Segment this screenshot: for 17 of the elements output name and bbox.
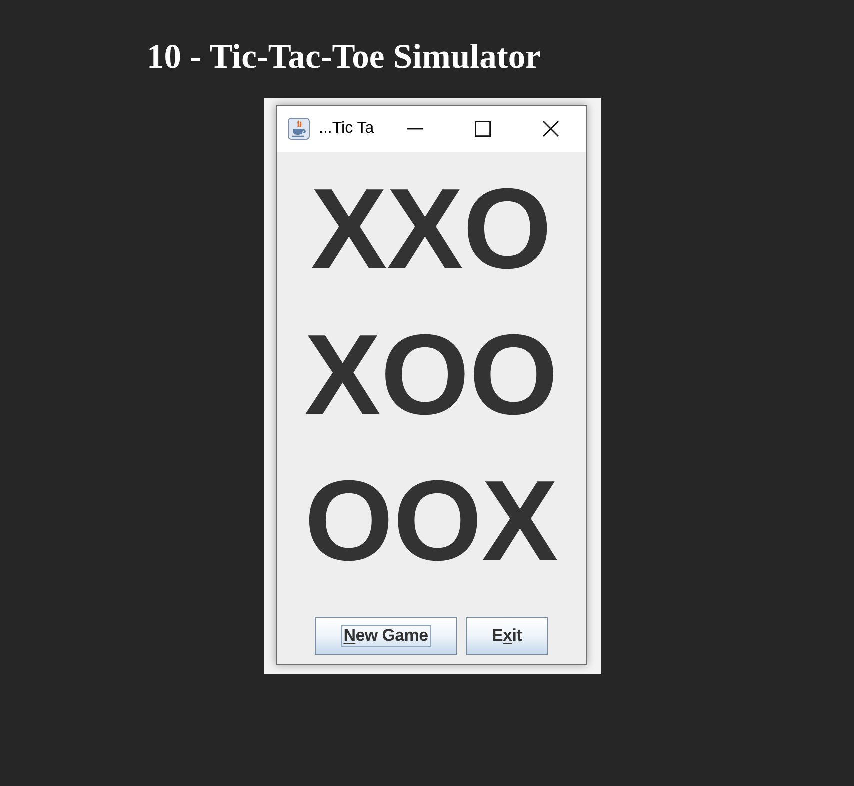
board-cell-text: O xyxy=(463,165,552,295)
maximize-icon xyxy=(475,121,491,137)
exit-button[interactable]: Exit xyxy=(466,617,548,655)
board-cell-text: O xyxy=(470,311,558,441)
board-cell-text: X xyxy=(482,457,558,587)
coffee-cup-icon xyxy=(288,118,310,140)
board-cell-text: O xyxy=(304,457,394,587)
window-title: ...Tic Ta xyxy=(319,119,374,139)
board-cell-text: O xyxy=(393,457,482,587)
board-cell-text: O xyxy=(380,311,470,441)
new-game-button[interactable]: New Game xyxy=(315,617,457,655)
board-cell-text: X xyxy=(387,165,464,295)
close-icon xyxy=(543,121,559,137)
page-heading: 10 - Tic-Tac-Toe Simulator xyxy=(147,40,541,74)
minimize-icon xyxy=(407,128,423,130)
board-cell-text: X xyxy=(304,311,381,441)
board-cell-text: X xyxy=(311,165,388,295)
